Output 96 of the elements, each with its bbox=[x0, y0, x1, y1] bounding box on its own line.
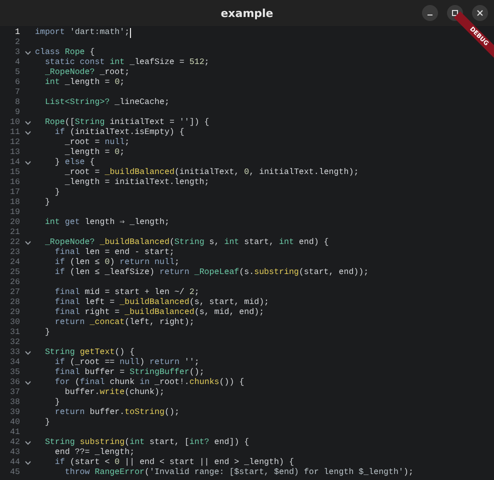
code-line: return buffer.toString(); bbox=[54, 408, 180, 418]
line-number: 22 bbox=[9, 238, 20, 248]
code-line: _RopeNode? _root; bbox=[44, 68, 130, 78]
chevron-icon[interactable] bbox=[24, 131, 30, 135]
line-number: 5 bbox=[14, 68, 20, 78]
line-number: 11 bbox=[9, 128, 20, 138]
line-number: 36 bbox=[9, 378, 20, 388]
code-line: final left = _buildBalanced(s, start, mid); bbox=[54, 298, 270, 308]
line-number: 29 bbox=[9, 308, 20, 318]
code-line: String getText() { bbox=[44, 348, 135, 358]
code-line: } bbox=[44, 198, 50, 208]
line-number: 18 bbox=[9, 198, 20, 208]
line-number: 21 bbox=[9, 228, 20, 238]
chevron-icon[interactable] bbox=[24, 161, 30, 165]
line-number: 24 bbox=[9, 258, 20, 268]
line-number: 6 bbox=[14, 78, 20, 88]
chevron-icon[interactable] bbox=[24, 121, 30, 125]
code-line: if (start < 0 || end < start || end > _length) { bbox=[54, 458, 294, 468]
line-number: 30 bbox=[9, 318, 20, 328]
code-line: int get length ⇒ _length; bbox=[44, 218, 170, 228]
line-number: 8 bbox=[14, 98, 20, 108]
line-number: 35 bbox=[9, 368, 20, 378]
line-number: 9 bbox=[14, 108, 20, 118]
line-number: 10 bbox=[9, 118, 20, 128]
line-number: 14 bbox=[9, 158, 20, 168]
line-number: 40 bbox=[9, 418, 20, 428]
code-line: _RopeNode? _buildBalanced(String s, int start, int end) { bbox=[44, 238, 329, 248]
line-number: 25 bbox=[9, 268, 20, 278]
code-line: if (len ≤ _leafSize) return _RopeLeaf(s.substring(start, end)); bbox=[54, 268, 369, 278]
code-line: _length = 0; bbox=[64, 148, 125, 158]
close-button[interactable] bbox=[472, 5, 488, 21]
code-line: for (final chunk in _root!.chunks()) { bbox=[54, 378, 244, 388]
code-line: _root = null; bbox=[64, 138, 130, 148]
line-number: 19 bbox=[9, 208, 20, 218]
code-line: String substring(int start, [int? end]) { bbox=[44, 438, 250, 448]
chevron-icon[interactable] bbox=[24, 381, 30, 385]
chevron-icon[interactable] bbox=[24, 51, 30, 55]
code-line: if (_root == null) return ''; bbox=[54, 358, 200, 368]
line-number: 33 bbox=[9, 348, 20, 358]
code-line: int _length = 0; bbox=[44, 78, 125, 88]
line-number: 1 bbox=[14, 28, 20, 38]
code-line: final buffer = StringBuffer(); bbox=[54, 368, 204, 378]
line-number: 42 bbox=[9, 438, 20, 448]
line-number: 34 bbox=[9, 358, 20, 368]
line-number: 16 bbox=[9, 178, 20, 188]
code-line: List<String>? _lineCache; bbox=[44, 98, 170, 108]
line-number: 27 bbox=[9, 288, 20, 298]
line-number: 2 bbox=[14, 38, 20, 48]
code-line: } else { bbox=[54, 158, 95, 168]
line-number: 43 bbox=[9, 448, 20, 458]
line-number: 31 bbox=[9, 328, 20, 338]
line-number: 20 bbox=[9, 218, 20, 228]
line-number: 39 bbox=[9, 408, 20, 418]
line-number: 3 bbox=[14, 48, 20, 58]
code-line: } bbox=[44, 418, 50, 428]
line-number: 38 bbox=[9, 398, 20, 408]
chevron-icon[interactable] bbox=[24, 351, 30, 355]
code-line: if (len ≤ 0) return null; bbox=[54, 258, 180, 268]
code-line: Rope([String initialText = '']) { bbox=[44, 118, 210, 128]
code-line: final len = end - start; bbox=[54, 248, 174, 258]
code-line: buffer.write(chunk); bbox=[64, 388, 164, 398]
code-line: final mid = start + len ~/ 2; bbox=[54, 288, 200, 298]
code-line: throw RangeError('Invalid range: [$start, $end) for length $_length'); bbox=[64, 468, 414, 478]
code-line: import 'dart:math'; bbox=[35, 28, 130, 38]
line-number: 4 bbox=[14, 58, 20, 68]
chevron-icon[interactable] bbox=[24, 241, 30, 245]
window-title: example bbox=[220, 6, 274, 20]
code-line: static const int _leafSize = 512; bbox=[44, 58, 210, 68]
code-line: _length = initialText.length; bbox=[64, 178, 210, 188]
line-number: 12 bbox=[9, 138, 20, 148]
text-cursor bbox=[130, 28, 131, 38]
line-number: 15 bbox=[9, 168, 20, 178]
code-line: class Rope { bbox=[35, 48, 95, 58]
code-line: } bbox=[54, 398, 60, 408]
line-number: 13 bbox=[9, 148, 20, 158]
close-icon bbox=[477, 10, 483, 16]
line-number: 45 bbox=[9, 468, 20, 478]
code-line: if (initialText.isEmpty) { bbox=[54, 128, 184, 138]
maximize-icon bbox=[452, 10, 458, 16]
line-number: 44 bbox=[9, 458, 20, 468]
code-line: return _concat(left, right); bbox=[54, 318, 194, 328]
line-number: 17 bbox=[9, 188, 20, 198]
code-line: } bbox=[44, 328, 50, 338]
line-number: 26 bbox=[9, 278, 20, 288]
line-number: 7 bbox=[14, 88, 20, 98]
line-number: 37 bbox=[9, 388, 20, 398]
code-line: end ??= _length; bbox=[54, 448, 135, 458]
code-line: _root = _buildBalanced(initialText, 0, initialText.length); bbox=[64, 168, 359, 178]
chevron-icon[interactable] bbox=[24, 441, 30, 445]
line-number: 28 bbox=[9, 298, 20, 308]
line-number: 41 bbox=[9, 428, 20, 438]
line-number: 32 bbox=[9, 338, 20, 348]
line-number: 23 bbox=[9, 248, 20, 258]
code-line: final right = _buildBalanced(s, mid, end); bbox=[54, 308, 264, 318]
code-line: } bbox=[54, 188, 60, 198]
chevron-icon[interactable] bbox=[24, 461, 30, 465]
